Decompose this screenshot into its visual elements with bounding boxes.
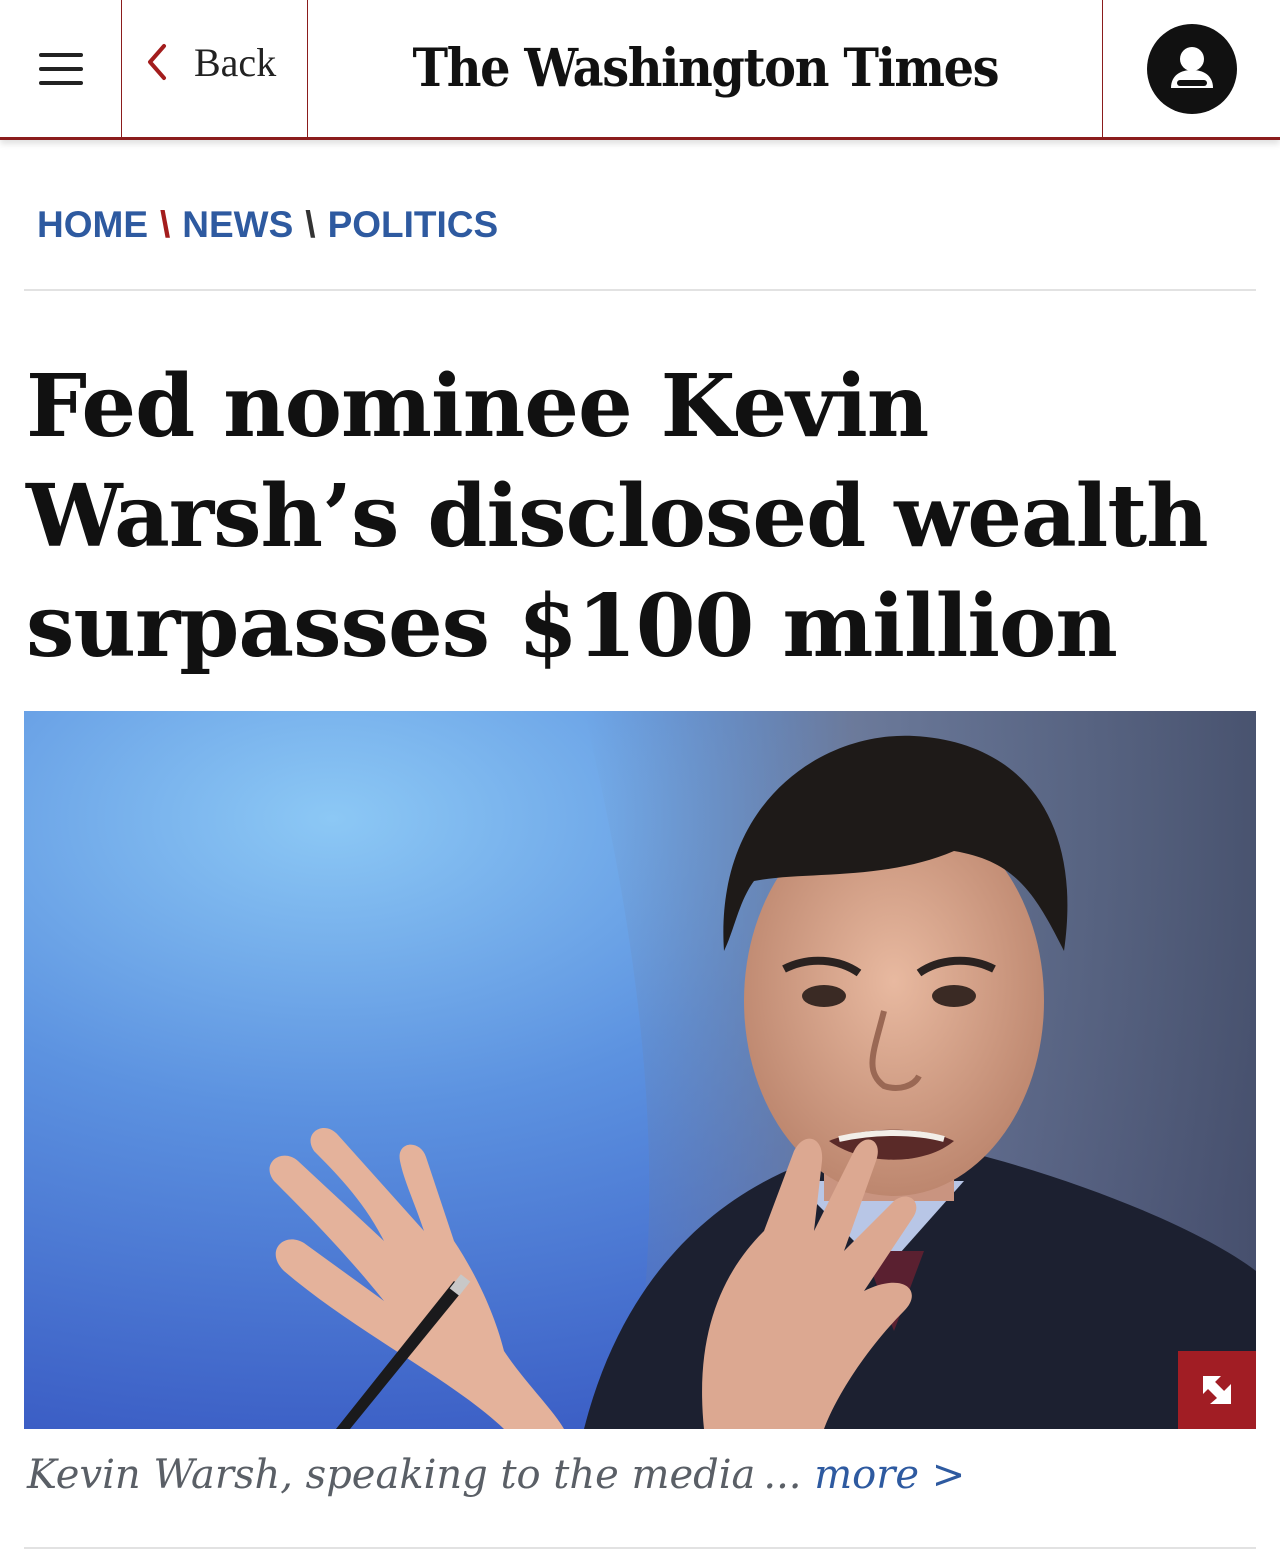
back-button[interactable]: Back — [122, 0, 308, 137]
user-account-icon — [1170, 46, 1213, 88]
breadcrumb-home[interactable]: HOME — [37, 204, 148, 246]
article-headline: Fed nominee Kevin Warsh’s disclosed weal… — [26, 356, 1209, 677]
breadcrumb-politics[interactable]: POLITICS — [328, 204, 499, 246]
article-photo[interactable] — [24, 711, 1256, 1429]
divider — [24, 1547, 1256, 1549]
account-area — [1102, 0, 1280, 137]
site-header: Back The Washington Times — [0, 0, 1280, 140]
caption-more-link[interactable]: more > — [814, 1452, 965, 1498]
menu-button[interactable] — [0, 0, 122, 137]
photo-illustration — [24, 711, 1256, 1429]
hamburger-menu-icon — [38, 52, 83, 85]
account-button[interactable] — [1146, 23, 1237, 114]
breadcrumb-separator: \ — [305, 204, 316, 245]
chevron-left-icon — [148, 44, 166, 80]
photo-caption: Kevin Warsh, speaking to the media ... m… — [27, 1452, 1257, 1498]
masthead-title: The Washington Times — [412, 38, 999, 99]
breadcrumb-news[interactable]: NEWS — [182, 204, 293, 246]
expand-arrow-icon — [1203, 1376, 1231, 1404]
caption-text: Kevin Warsh, speaking to the media ... — [27, 1452, 802, 1498]
breadcrumb: HOME \ NEWS \ POLITICS — [37, 203, 498, 247]
breadcrumb-separator: \ — [160, 204, 171, 245]
divider — [24, 289, 1256, 291]
expand-photo-button[interactable] — [1178, 1351, 1256, 1429]
back-label: Back — [194, 40, 277, 85]
masthead-logo[interactable]: The Washington Times — [308, 0, 1102, 137]
